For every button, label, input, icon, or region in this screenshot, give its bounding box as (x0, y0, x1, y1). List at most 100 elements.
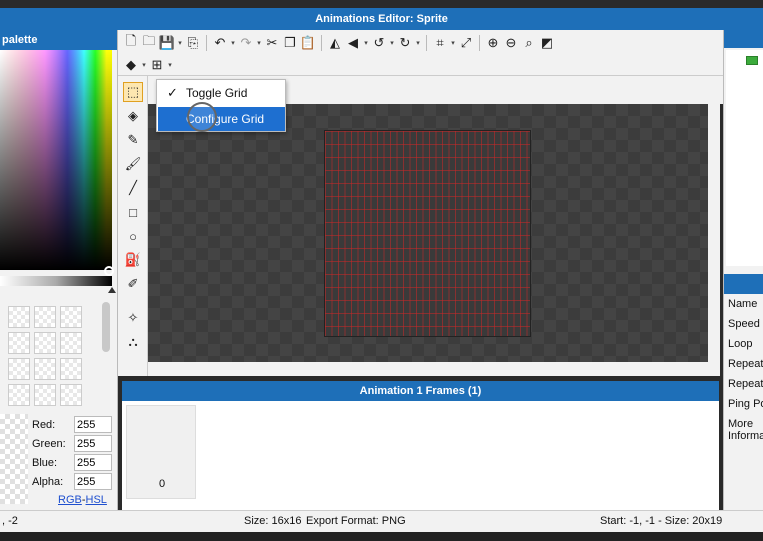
property-label: Name (728, 298, 758, 310)
red-label: Red: (32, 419, 56, 431)
menu-item-toggle-grid[interactable]: ✓ Toggle Grid (158, 81, 285, 105)
red-input[interactable] (74, 416, 112, 433)
frame-thumbnail[interactable]: 0 (126, 405, 196, 499)
flip-horizontal-icon[interactable]: ◭ (326, 33, 344, 53)
sprite-grid[interactable] (324, 130, 531, 337)
undo-icon[interactable]: ↶ (211, 33, 229, 53)
resize-icon[interactable]: ⤢ (457, 33, 475, 53)
swatch[interactable] (60, 306, 82, 328)
swatch[interactable] (8, 358, 30, 380)
redo-dropdown-icon[interactable]: ▾ (255, 39, 263, 47)
property-label: Speed (728, 318, 760, 330)
swatch[interactable] (60, 384, 82, 406)
green-row: Green: (32, 435, 114, 453)
rotate-right-dropdown-icon[interactable]: ▾ (414, 39, 422, 47)
palette-panel: palette Red: Green: Blue: Alpha: RGB-HSL (0, 30, 118, 510)
toolbar-divider (206, 35, 207, 51)
crop-dropdown-icon[interactable]: ▾ (449, 39, 457, 47)
main-toolbar: 🗋 🗀 💾 ▾ ⎘ ↶ ▾ ↷ ▾ ✂ ❐ 📋 ◭ ◀ ▾ ↺ ▾ ↻ ▾ ⌗ … (118, 30, 723, 76)
alpha-input[interactable] (74, 473, 112, 490)
new-file-icon[interactable]: 🗋 (122, 33, 140, 53)
zoom-in-icon[interactable]: ⊕ (484, 33, 502, 53)
save-icon[interactable]: 💾 (158, 33, 176, 53)
save-dropdown-icon[interactable]: ▾ (176, 39, 184, 47)
open-folder-icon[interactable]: 🗀 (140, 33, 158, 53)
frames-panel-title: Animation 1 Frames (1) (122, 381, 719, 401)
rotate-left-icon[interactable]: ↺ (370, 33, 388, 53)
flip-vertical-icon[interactable]: ◀ (344, 33, 362, 53)
pencil-icon[interactable]: ✎ (123, 130, 143, 150)
menu-item-configure-grid[interactable]: Configure Grid (158, 107, 285, 131)
red-row: Red: (32, 416, 114, 434)
property-label: More Informa (728, 418, 763, 442)
swatch[interactable] (8, 306, 30, 328)
mouse-cursor-indicator (187, 102, 217, 132)
anchor-points-icon[interactable]: ⛬ (123, 332, 143, 352)
grid-icon[interactable]: ⊞ (148, 55, 166, 75)
select-rect-icon[interactable]: ⬚ (123, 82, 143, 102)
grid-dropdown-icon[interactable]: ▾ (166, 61, 174, 69)
crop-icon[interactable]: ⌗ (431, 33, 449, 53)
layers-dropdown-icon[interactable]: ▾ (140, 61, 148, 69)
sprite-canvas[interactable] (148, 104, 708, 362)
redo-icon[interactable]: ↷ (237, 33, 255, 53)
alpha-row: Alpha: (32, 473, 114, 491)
cut-icon[interactable]: ✂ (263, 33, 281, 53)
frames-panel: 0 (122, 401, 719, 510)
swatch[interactable] (60, 358, 82, 380)
fill-bucket-icon[interactable]: ⛽ (123, 250, 143, 270)
pivot-icon[interactable]: ✧ (123, 308, 143, 328)
eyedropper-icon[interactable]: ✐ (123, 274, 143, 294)
tool-palette: ⬚ ◈ ✎ 🖌 ╱ □ ○ ⛽ ✐ ✧ ⛬ (118, 76, 148, 376)
property-label: Repeat (728, 378, 763, 390)
swatch[interactable] (8, 384, 30, 406)
selection-info: Start: -1, -1 - Size: 20x19 (600, 515, 723, 527)
right-panel: Name Speed Loop Repeat Repeat Ping Po Mo… (723, 30, 763, 510)
swatch[interactable] (34, 358, 56, 380)
flip-dropdown-icon[interactable]: ▾ (362, 39, 370, 47)
blue-input[interactable] (74, 454, 112, 471)
animations-panel-header (724, 30, 763, 48)
zoom-reset-icon[interactable]: ⌕ (520, 33, 538, 53)
hsl-link[interactable]: HSL (86, 494, 107, 506)
paste-icon[interactable]: 📋 (299, 33, 317, 53)
blue-label: Blue: (32, 457, 58, 469)
menu-item-label: Toggle Grid (186, 86, 248, 100)
toolbar-divider (479, 35, 480, 51)
swatch[interactable] (34, 332, 56, 354)
fit-icon[interactable]: ◩ (538, 33, 556, 53)
toolbar-divider (321, 35, 322, 51)
swatch-scrollbar[interactable] (102, 302, 110, 352)
properties-panel-header (724, 274, 763, 294)
property-label: Repeat (728, 358, 763, 370)
rgb-link[interactable]: RGB (58, 494, 82, 506)
export-icon[interactable]: ⎘ (184, 33, 202, 53)
rectangle-icon[interactable]: □ (123, 202, 143, 222)
color-gradient-picker[interactable] (0, 50, 112, 270)
canvas-horizontal-scrollbar[interactable] (148, 362, 720, 376)
rotate-right-icon[interactable]: ↻ (396, 33, 414, 53)
brush-icon[interactable]: 🖌 (123, 154, 143, 174)
zoom-out-icon[interactable]: ⊖ (502, 33, 520, 53)
canvas-size: Size: 16x16 (244, 515, 302, 527)
swatch[interactable] (60, 332, 82, 354)
undo-dropdown-icon[interactable]: ▾ (229, 39, 237, 47)
swatch[interactable] (34, 306, 56, 328)
eraser-icon[interactable]: ◈ (123, 106, 143, 126)
slider-arrow-icon[interactable] (108, 287, 116, 293)
swatch[interactable] (34, 384, 56, 406)
export-format: Export Format: PNG (306, 515, 406, 527)
animation-status-icon[interactable] (746, 56, 758, 65)
rotate-left-dropdown-icon[interactable]: ▾ (388, 39, 396, 47)
swatch[interactable] (8, 332, 30, 354)
green-input[interactable] (74, 435, 112, 452)
property-label: Loop (728, 338, 753, 350)
canvas-vertical-scrollbar[interactable] (708, 104, 720, 362)
ellipse-icon[interactable]: ○ (123, 226, 143, 246)
alpha-label: Alpha: (32, 476, 64, 488)
line-icon[interactable]: ╱ (123, 178, 143, 198)
color-picker-knob[interactable] (104, 266, 114, 276)
layers-icon[interactable]: ◆ (122, 55, 140, 75)
copy-icon[interactable]: ❐ (281, 33, 299, 53)
brightness-slider[interactable] (0, 276, 112, 286)
